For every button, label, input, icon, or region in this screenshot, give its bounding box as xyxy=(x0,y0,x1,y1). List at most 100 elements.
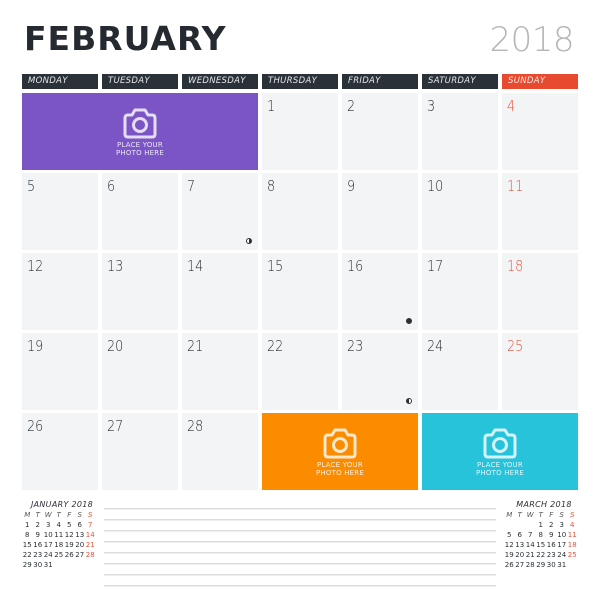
mini-day: 11 xyxy=(567,531,577,539)
mini-weekday-label: T xyxy=(538,511,543,519)
mini-day: 29 xyxy=(536,561,546,569)
mini-day: 9 xyxy=(35,531,40,539)
mini-day: 23 xyxy=(546,551,556,559)
mini-day: 31 xyxy=(43,561,53,569)
weekday-wednesday: WEDNESDAY xyxy=(182,74,258,89)
mini-calendar-grid: M T W T F S S 1 2 3 4 5 6 7 8 9 10 11 12 13 14 15 16 17 18 19 20 21… xyxy=(22,512,102,569)
note-line xyxy=(104,530,496,532)
photo-placeholder-orange[interactable]: PLACE YOUR PHOTO HERE xyxy=(262,413,418,490)
day-cell[interactable]: 20 xyxy=(102,333,178,410)
mini-weekday-label: M xyxy=(24,511,31,519)
weekday-friday: FRIDAY xyxy=(342,74,418,89)
mini-weekday-label: S xyxy=(77,511,82,519)
note-line xyxy=(104,541,496,543)
mini-weekday-label: T xyxy=(35,511,40,519)
mini-day: 20 xyxy=(75,541,85,549)
mini-day: 3 xyxy=(46,521,51,529)
day-cell[interactable]: 21 xyxy=(182,333,258,410)
photo-placeholder-text: PLACE YOUR PHOTO HERE xyxy=(316,461,364,477)
day-cell[interactable]: 11 xyxy=(502,173,578,250)
year-title: 2018 xyxy=(489,20,574,60)
note-line xyxy=(104,508,496,510)
calendar-grid: PLACE YOUR PHOTO HERE PLACE YOUR PHOTO H… xyxy=(22,93,578,490)
mini-day: 22 xyxy=(22,551,32,559)
day-number: 9 xyxy=(347,177,356,195)
day-cell[interactable]: 19 xyxy=(22,333,98,410)
photo-placeholder-purple[interactable]: PLACE YOUR PHOTO HERE xyxy=(22,93,258,170)
day-cell[interactable]: 4 xyxy=(502,93,578,170)
day-cell[interactable]: 22 xyxy=(262,333,338,410)
day-cell[interactable]: 5 xyxy=(22,173,98,250)
mini-day: 4 xyxy=(56,521,61,529)
day-number: 17 xyxy=(427,257,444,275)
mini-day: 14 xyxy=(525,541,535,549)
mini-calendar-title: JANUARY 2018 xyxy=(30,500,94,509)
mini-weekday-label: T xyxy=(56,511,61,519)
day-cell[interactable]: 6 xyxy=(102,173,178,250)
mini-weekday-label: S xyxy=(559,511,564,519)
mini-blank xyxy=(504,522,515,529)
day-cell[interactable]: 10 xyxy=(422,173,498,250)
mini-day: 19 xyxy=(64,541,74,549)
mini-day: 17 xyxy=(557,541,567,549)
photo-text-line2: PHOTO HERE xyxy=(476,468,524,477)
photo-placeholder-cyan[interactable]: PLACE YOUR PHOTO HERE xyxy=(422,413,578,490)
mini-day: 11 xyxy=(54,531,64,539)
day-number: 27 xyxy=(107,417,124,435)
mini-calendar-title: MARCH 2018 xyxy=(516,500,572,509)
mini-day: 17 xyxy=(43,541,53,549)
day-cell[interactable]: 2 xyxy=(342,93,418,170)
mini-day: 30 xyxy=(33,561,43,569)
day-cell[interactable]: 24 xyxy=(422,333,498,410)
day-cell[interactable]: 28 xyxy=(182,413,258,490)
day-cell[interactable]: 27 xyxy=(102,413,178,490)
note-line xyxy=(104,519,496,521)
notes-lines[interactable] xyxy=(104,508,496,587)
day-number: 23 xyxy=(347,337,364,355)
mini-day: 18 xyxy=(54,541,64,549)
day-cell[interactable]: 14 xyxy=(182,253,258,330)
day-cell[interactable]: 3 xyxy=(422,93,498,170)
day-cell[interactable]: 12 xyxy=(22,253,98,330)
mini-day: 24 xyxy=(557,551,567,559)
day-number: 11 xyxy=(507,177,524,195)
day-number: 21 xyxy=(187,337,204,355)
camera-icon xyxy=(483,428,517,459)
mini-day: 1 xyxy=(538,521,543,529)
day-cell[interactable]: 16 xyxy=(342,253,418,330)
mini-day: 2 xyxy=(35,521,40,529)
day-number: 14 xyxy=(187,257,204,275)
mini-day: 3 xyxy=(559,521,564,529)
mini-day: 26 xyxy=(64,551,74,559)
day-number: 18 xyxy=(507,257,524,275)
day-cell[interactable]: 26 xyxy=(22,413,98,490)
day-cell[interactable]: 13 xyxy=(102,253,178,330)
day-cell[interactable]: 1 xyxy=(262,93,338,170)
day-number: 22 xyxy=(267,337,284,355)
day-cell[interactable]: 25 xyxy=(502,333,578,410)
day-cell[interactable]: 17 xyxy=(422,253,498,330)
mini-blank xyxy=(525,522,536,529)
day-number: 2 xyxy=(347,97,356,115)
day-cell[interactable]: 8 xyxy=(262,173,338,250)
mini-day: 28 xyxy=(525,561,535,569)
last-quarter-icon xyxy=(246,238,252,244)
day-cell[interactable]: 15 xyxy=(262,253,338,330)
day-cell[interactable]: 9 xyxy=(342,173,418,250)
mini-weekday-label: W xyxy=(526,511,534,519)
first-quarter-icon xyxy=(406,398,412,404)
day-cell[interactable]: 23 xyxy=(342,333,418,410)
weekday-header-row: MONDAY TUESDAY WEDNESDAY THURSDAY FRIDAY… xyxy=(22,74,578,89)
mini-day: 25 xyxy=(567,551,577,559)
mini-day: 26 xyxy=(504,561,514,569)
mini-day: 16 xyxy=(546,541,556,549)
mini-day: 6 xyxy=(517,531,522,539)
mini-weekday-label: W xyxy=(44,511,52,519)
day-cell[interactable]: 18 xyxy=(502,253,578,330)
day-cell[interactable]: 7 xyxy=(182,173,258,250)
mini-day: 13 xyxy=(75,531,85,539)
mini-weekday-label: M xyxy=(506,511,513,519)
mini-calendar-january: JANUARY 2018 M T W T F S S 1 2 3 4 5 6 7 8 9 10 11 12 13 14 1… xyxy=(22,500,102,569)
mini-day: 15 xyxy=(536,541,546,549)
note-line xyxy=(104,585,496,587)
